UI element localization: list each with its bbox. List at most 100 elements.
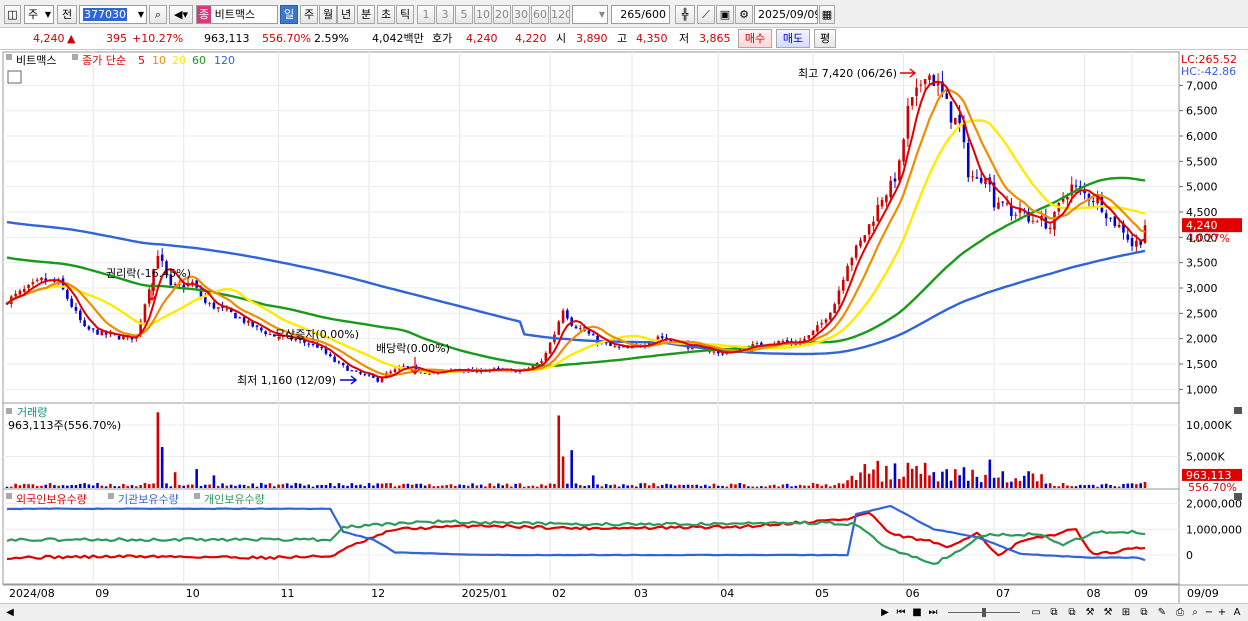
gear-icon[interactable]: ⚙ <box>735 5 753 24</box>
interval-0-button[interactable]: 1 <box>417 5 435 24</box>
save-icon[interactable]: ▣ <box>716 5 734 24</box>
chart-scrollbar[interactable]: ◀ ▶ ⏮ ■ ⏭ ▭ ⧉ ⧉ ⚒ ⚒ ⊞ ⧉ ✎ ⎙ ⌕ − + A <box>0 603 1248 621</box>
buy-button[interactable]: 매수 <box>738 29 772 48</box>
price-tick-label: 5,000 <box>1186 181 1218 194</box>
window-menu-icon[interactable]: ◫ <box>4 5 21 24</box>
candle-body <box>350 370 354 372</box>
candle-body <box>816 325 819 332</box>
price-tick-label: 1,500 <box>1186 358 1218 371</box>
interval-5-button[interactable]: 30 <box>512 5 530 24</box>
volume-bar <box>557 415 561 488</box>
period-4-button[interactable]: 분 <box>357 5 375 24</box>
candle-body <box>341 363 345 366</box>
candle-body <box>613 345 617 347</box>
period-1-button[interactable]: 주 <box>300 5 318 24</box>
x-tick-label: 05 <box>815 587 829 600</box>
candle-body <box>380 377 384 382</box>
speaker-icon[interactable]: ◀▾ <box>169 5 193 24</box>
scroll-right-icon[interactable]: ▶ <box>878 606 892 620</box>
volume-bar <box>169 486 173 488</box>
volume-bar <box>484 486 487 488</box>
indicator-icon[interactable]: ⚒ <box>1082 606 1098 620</box>
volume-bar <box>850 475 854 488</box>
candle-body <box>1117 224 1121 228</box>
candle-body <box>1113 216 1117 227</box>
interval-1-button[interactable]: 3 <box>436 5 454 24</box>
period-2-button[interactable]: 월 <box>319 5 337 24</box>
candle-body <box>898 160 901 181</box>
date-field[interactable]: 2025/09/09 <box>754 5 818 24</box>
candle-body <box>880 199 884 207</box>
volume-bar <box>298 483 302 488</box>
stop-icon[interactable]: ■ <box>910 606 924 620</box>
plus-icon[interactable]: + <box>1216 606 1228 620</box>
minus-icon[interactable]: − <box>1203 606 1215 620</box>
sell-button[interactable]: 매도 <box>776 29 810 48</box>
period-6-button[interactable]: 틱 <box>396 5 414 24</box>
candle-body <box>971 176 974 178</box>
interval-3-button[interactable]: 10 <box>474 5 492 24</box>
volume-bar <box>419 483 423 488</box>
volume-bar <box>695 484 698 488</box>
bonus-annotation: 무상증자(0.00%) <box>275 328 359 341</box>
magnifier-icon[interactable]: ⌕ <box>1188 606 1202 620</box>
candle-body <box>333 356 336 362</box>
volume-bar <box>191 484 194 488</box>
candle-body <box>31 282 35 285</box>
prev-button[interactable]: 전 <box>57 5 77 24</box>
volume-ratio: 556.70% <box>262 32 311 45</box>
edit-icon[interactable]: ✎ <box>1154 606 1170 620</box>
copy-icon[interactable]: ⧉ <box>1136 606 1152 620</box>
custom-interval-select[interactable]: ▼ <box>572 5 608 24</box>
period-3-button[interactable]: 년 <box>337 5 355 24</box>
font-size-icon[interactable]: A <box>1230 606 1244 620</box>
stock-name-field[interactable]: 종 비트맥스 <box>196 5 278 24</box>
zoom-slider[interactable] <box>944 606 1024 620</box>
stock-chart[interactable]: 2024/08 09 10 11 12 2025/01 02 03 04 05 06 07 08 09 09… <box>0 51 1248 605</box>
search-icon[interactable]: ⌕ <box>149 5 167 24</box>
market-select[interactable]: 주 ▼ <box>24 5 54 24</box>
split-icon[interactable]: ⧉ <box>1046 606 1062 620</box>
window-icon[interactable]: ▭ <box>1028 606 1044 620</box>
candle-body <box>902 139 905 162</box>
scroll-left-icon[interactable]: ◀ <box>3 606 17 620</box>
candle-body <box>96 329 99 335</box>
candle-body <box>850 257 854 266</box>
volume-bar <box>1070 486 1074 488</box>
volume-bar <box>18 485 22 488</box>
play-icon[interactable]: ⏭ <box>926 606 940 620</box>
calendar-icon[interactable]: ▦ <box>819 5 835 24</box>
volume-bar <box>820 485 823 488</box>
draw-tool-icon[interactable]: ⟋ <box>697 5 715 24</box>
candle-body <box>122 336 125 340</box>
grid-icon[interactable]: ⊞ <box>1118 606 1134 620</box>
volume-bar <box>535 486 539 488</box>
data-count-max: /600 <box>641 8 666 21</box>
rewind-icon[interactable]: ⏮ <box>894 606 908 620</box>
interval-6-button[interactable]: 60 <box>531 5 549 24</box>
volume-bar <box>475 485 479 488</box>
volume-bar <box>445 485 448 488</box>
volume-bar <box>656 486 660 488</box>
interval-4-button[interactable]: 20 <box>493 5 511 24</box>
candle-type-icon[interactable]: ╬ <box>675 5 695 24</box>
print-icon[interactable]: ⎙ <box>1172 606 1188 620</box>
data-count-field[interactable]: 265/600 <box>611 5 670 24</box>
stock-code-input[interactable]: 377030 ▼ <box>79 5 147 24</box>
interval-2-button[interactable]: 5 <box>455 5 473 24</box>
period-0-button[interactable]: 일 <box>280 5 298 24</box>
panel-handle-icon <box>108 493 114 499</box>
avg-price-button[interactable]: 평 <box>814 29 836 48</box>
trade-volume: 963,113 <box>204 32 250 45</box>
volume-bar <box>492 486 496 488</box>
volume-bar <box>61 485 65 488</box>
ma-label-60: 60 <box>192 54 206 67</box>
volume-bar <box>186 484 190 488</box>
candle-body <box>182 284 186 288</box>
current-price: 4,240 <box>33 32 65 45</box>
compare-icon[interactable]: ⧉ <box>1064 606 1080 620</box>
volume-bar <box>725 486 729 488</box>
period-5-button[interactable]: 초 <box>377 5 395 24</box>
tools-icon[interactable]: ⚒ <box>1100 606 1116 620</box>
interval-7-button[interactable]: 120 <box>550 5 570 24</box>
